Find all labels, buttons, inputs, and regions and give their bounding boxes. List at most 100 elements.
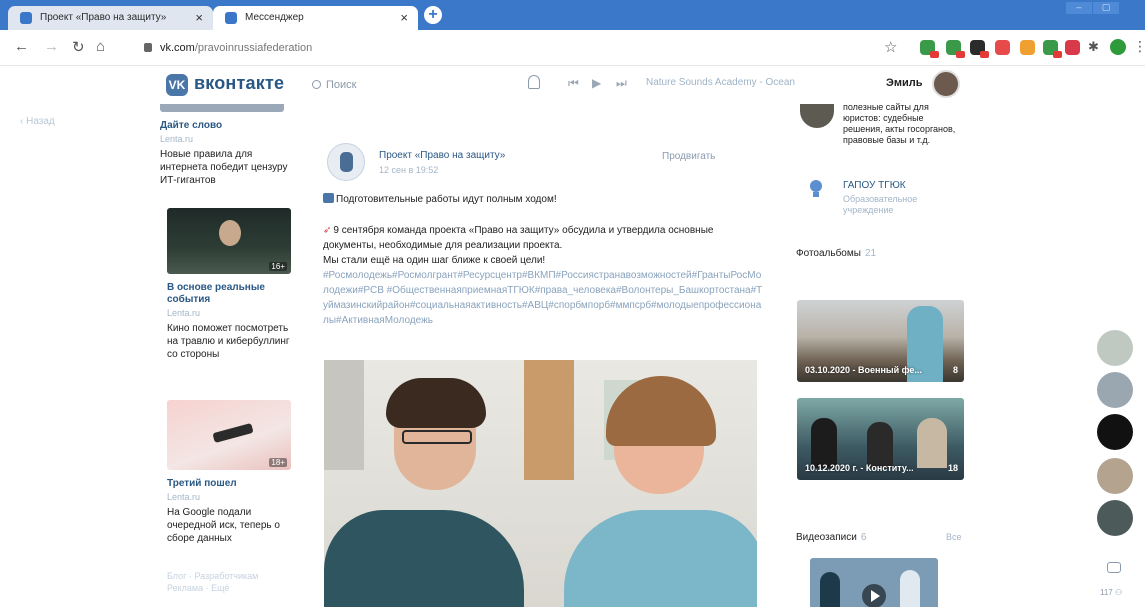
vk-wordmark[interactable]: вконтакте bbox=[194, 73, 284, 94]
browser-tab-messenger[interactable]: Мессенджер × bbox=[213, 6, 418, 30]
extension-icon[interactable] bbox=[1043, 40, 1062, 58]
vk-logo-icon[interactable]: VK bbox=[166, 74, 188, 96]
extension-icon[interactable] bbox=[920, 40, 939, 58]
bookmark-extension-icon[interactable] bbox=[1065, 40, 1080, 55]
door-shape bbox=[524, 360, 574, 480]
link-subtitle: Образовательное учреждение bbox=[843, 194, 918, 215]
window-shape bbox=[324, 360, 364, 470]
chat-avatar[interactable] bbox=[1097, 414, 1133, 450]
tab-title: Мессенджер bbox=[245, 12, 304, 23]
album-photo-count: 18 bbox=[947, 463, 958, 473]
post-body: Подготовительные работы идут полным ходо… bbox=[323, 192, 763, 328]
footer-line[interactable]: Блог · Разработчикам bbox=[167, 570, 258, 582]
search-input[interactable]: Поиск bbox=[312, 75, 492, 95]
extension-icon[interactable] bbox=[1020, 40, 1035, 55]
browser-tab-project[interactable]: Проект «Право на защиту» × bbox=[8, 6, 213, 30]
forward-arrow-icon[interactable]: → bbox=[44, 38, 59, 55]
post-hashtags[interactable]: #Росмолодежь#Росмолгрант#Ресурсцентр#ВКМ… bbox=[323, 268, 763, 328]
camera-icon[interactable] bbox=[1107, 562, 1121, 573]
post-paragraph: 9 сентября команда проекта «Право на защ… bbox=[323, 225, 714, 251]
link-thumb[interactable] bbox=[800, 104, 834, 128]
extension-icon[interactable] bbox=[946, 40, 965, 58]
albums-header[interactable]: Фотоальбомы 21 bbox=[796, 248, 966, 259]
chat-avatar[interactable] bbox=[1097, 458, 1133, 494]
next-track-icon[interactable]: ⏭ bbox=[616, 76, 627, 91]
vk-favicon-icon bbox=[20, 12, 32, 24]
videos-header[interactable]: Видеозаписи 6 bbox=[796, 532, 966, 543]
puzzle-icon[interactable]: ✱ bbox=[1088, 40, 1103, 55]
footer-links[interactable]: Блог · Разработчикам Реклама · Ещё bbox=[167, 570, 258, 594]
news-item[interactable]: 18+ Третий пошел Lenta.ru На Google пода… bbox=[167, 400, 297, 545]
person-left-body bbox=[324, 510, 524, 607]
post-author[interactable]: Проект «Право на защиту» bbox=[379, 150, 505, 161]
close-icon[interactable]: × bbox=[400, 6, 408, 30]
news-title[interactable]: Третий пошел bbox=[167, 478, 297, 490]
new-tab-button[interactable]: + bbox=[424, 6, 442, 24]
glasses-shape bbox=[402, 430, 472, 444]
album-card[interactable]: 03.10.2020 - Военный фе... 8 bbox=[797, 300, 964, 382]
album-photo-count: 8 bbox=[952, 365, 958, 375]
bell-icon[interactable] bbox=[528, 75, 540, 89]
person-left-hair bbox=[386, 378, 486, 428]
close-icon[interactable]: × bbox=[195, 6, 203, 30]
post-date[interactable]: 12 сен в 19:52 bbox=[379, 165, 438, 175]
home-icon[interactable]: ⌂ bbox=[96, 38, 105, 55]
albums-count: 21 bbox=[864, 248, 877, 259]
star-icon[interactable]: ☆ bbox=[884, 38, 897, 56]
profile-icon[interactable] bbox=[1110, 39, 1126, 55]
post-photo[interactable] bbox=[324, 360, 757, 607]
user-name[interactable]: Эмиль bbox=[886, 77, 922, 89]
news-title[interactable]: Дайте слово bbox=[160, 120, 290, 132]
prev-track-icon[interactable]: ⏮ bbox=[568, 76, 579, 91]
chat-avatar[interactable] bbox=[1097, 372, 1133, 408]
user-avatar[interactable] bbox=[932, 70, 960, 98]
search-icon bbox=[312, 80, 321, 89]
flag-emoji-icon: ➶ bbox=[323, 225, 332, 236]
search-placeholder: Поиск bbox=[326, 79, 357, 91]
album-card[interactable]: 10.12.2020 г. - Конститу... 18 bbox=[797, 398, 964, 480]
news-item[interactable]: Дайте слово Lenta.ru Новые правила для и… bbox=[160, 104, 290, 187]
news-image: 18+ bbox=[167, 400, 291, 470]
back-link[interactable]: ‹ Назад bbox=[20, 116, 55, 127]
person-right-body bbox=[564, 510, 757, 607]
news-image: 16+ bbox=[167, 208, 291, 274]
play-button-icon[interactable] bbox=[862, 584, 886, 607]
news-item[interactable]: 16+ В основе реальные события Lenta.ru К… bbox=[167, 208, 297, 361]
back-arrow-icon[interactable]: ← bbox=[14, 38, 29, 55]
post-author-avatar[interactable] bbox=[327, 143, 365, 181]
footer-line[interactable]: Реклама · Ещё bbox=[167, 582, 258, 594]
videos-all-link[interactable]: Все bbox=[946, 532, 962, 542]
maximize-button[interactable]: ▢ bbox=[1093, 2, 1119, 14]
albums-label[interactable]: Фотоальбомы bbox=[796, 248, 861, 259]
promote-button[interactable]: Продвигать bbox=[662, 151, 715, 162]
album-figure bbox=[811, 418, 837, 468]
reload-icon[interactable]: ↻ bbox=[72, 38, 85, 56]
post-headline-line: Подготовительные работы идут полным ходо… bbox=[323, 192, 763, 207]
online-count: 117 ⚇ bbox=[1100, 588, 1123, 597]
post-paragraph-line: ➶ 9 сентября команда проекта «Право на за… bbox=[323, 223, 763, 253]
player-track-title[interactable]: Nature Sounds Academy - Ocean bbox=[646, 77, 795, 88]
link-description[interactable]: полезные сайты для юристов: судебные реш… bbox=[843, 102, 963, 146]
vk-header: VK вконтакте Поиск ⏮ ▶ ⏭ Nature Sounds A… bbox=[0, 66, 1145, 104]
news-text[interactable]: На Google подали очередной иск, теперь о… bbox=[167, 506, 297, 545]
chat-avatar[interactable] bbox=[1097, 330, 1133, 366]
videos-count: 6 bbox=[860, 532, 867, 543]
news-text[interactable]: Новые правила для интернета победит ценз… bbox=[160, 148, 290, 187]
play-icon[interactable]: ▶ bbox=[592, 76, 601, 90]
post-headline: Подготовительные работы идут полным ходо… bbox=[336, 194, 557, 205]
extension-icon[interactable] bbox=[995, 40, 1010, 55]
link-name[interactable]: ГАПОУ ТГЮК bbox=[843, 180, 906, 191]
extension-icon[interactable] bbox=[970, 40, 989, 58]
online-count-value: 117 bbox=[1100, 588, 1113, 597]
album-caption: 03.10.2020 - Военный фе... bbox=[805, 365, 922, 375]
videos-label[interactable]: Видеозаписи bbox=[796, 532, 857, 543]
chat-avatar[interactable] bbox=[1097, 500, 1133, 536]
video-thumbnail[interactable] bbox=[810, 558, 938, 607]
browser-tab-strip: Проект «Право на защиту» × Мессенджер × … bbox=[0, 0, 1145, 30]
news-source: Lenta.ru bbox=[167, 308, 201, 318]
menu-icon[interactable]: ⋮ bbox=[1133, 38, 1145, 55]
minimize-button[interactable]: – bbox=[1066, 2, 1092, 14]
news-text[interactable]: Кино поможет посмотреть на травлю и кибе… bbox=[167, 322, 297, 361]
news-title[interactable]: В основе реальные события bbox=[167, 282, 297, 306]
address-bar[interactable]: vk.com/pravoinrussiafederation bbox=[140, 36, 890, 60]
